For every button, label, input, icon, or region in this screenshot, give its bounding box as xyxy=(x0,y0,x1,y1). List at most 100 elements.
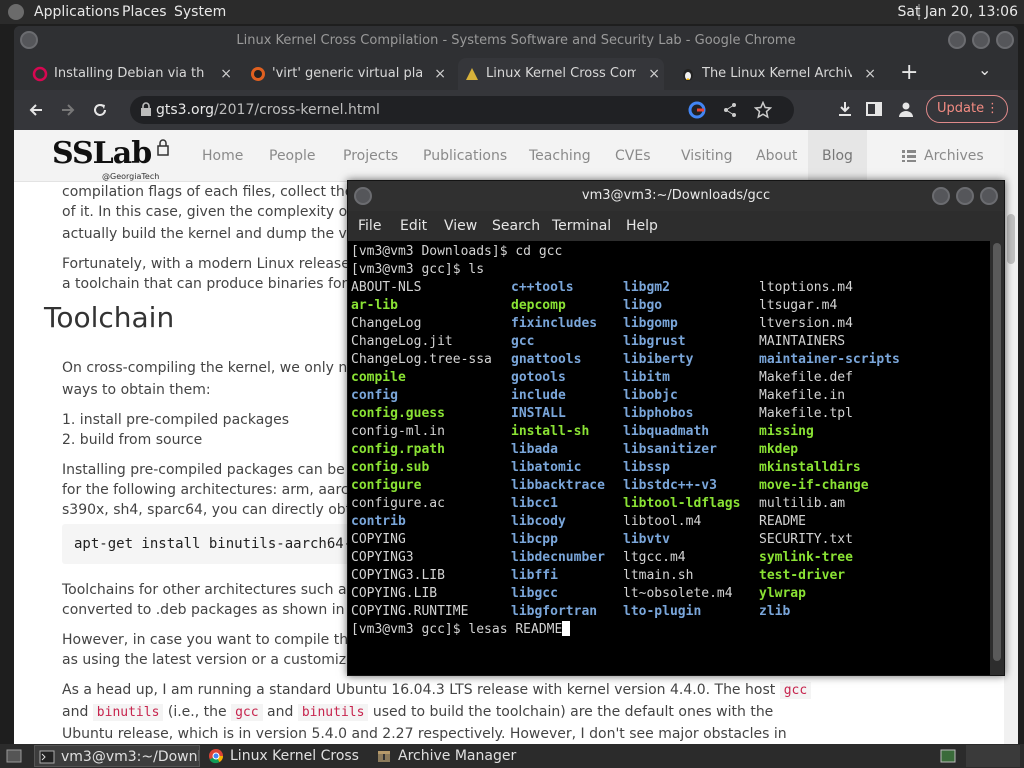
distro-logo-icon[interactable] xyxy=(8,4,24,20)
tab-search-chevron-down-icon[interactable]: ⌄ xyxy=(978,60,991,79)
profile-icon[interactable] xyxy=(898,101,914,117)
nav-visiting[interactable]: Visiting xyxy=(681,148,732,164)
scrollbar-thumb[interactable] xyxy=(993,243,1001,661)
ls-entry: libcpp xyxy=(511,532,558,547)
menu-view[interactable]: View xyxy=(444,218,477,234)
nav-home[interactable]: Home xyxy=(202,148,243,164)
new-tab-button[interactable]: + xyxy=(900,60,918,85)
paragraph-line: Ubuntu release, which is in version 5.4.… xyxy=(62,726,787,742)
address-bar[interactable]: gts3.org/2017/cross-kernel.html xyxy=(130,96,794,124)
ls-entry: libcc1 xyxy=(511,496,558,511)
bookmark-star-icon[interactable] xyxy=(754,101,772,119)
ls-entry: COPYING3 xyxy=(351,550,414,565)
ls-entry: ar-lib xyxy=(351,298,398,313)
ls-entry: config.rpath xyxy=(351,442,445,457)
menu-edit[interactable]: Edit xyxy=(400,218,427,234)
nav-cves[interactable]: CVEs xyxy=(615,148,651,164)
ls-entry: libcody xyxy=(511,514,566,529)
ls-entry: libgomp xyxy=(623,316,678,331)
close-tab-icon[interactable]: × xyxy=(220,58,232,90)
terminal-screen[interactable]: [vm3@vm3 Downloads]$ cd gcc [vm3@vm3 gcc… xyxy=(348,241,992,675)
tab-installing-debian[interactable]: Installing Debian via the In × xyxy=(26,58,236,90)
ls-entry: ltgcc.m4 xyxy=(623,550,686,565)
workspace-switcher[interactable] xyxy=(936,745,960,767)
taskbar-terminal[interactable]: vm3@vm3:~/Downl... xyxy=(34,745,200,767)
paragraph-line: Toolchains for other architectures such … xyxy=(62,582,388,598)
list-item: 2. build from source xyxy=(62,432,203,448)
system-menu[interactable]: System xyxy=(174,4,226,20)
ls-entry: libtool.m4 xyxy=(623,514,702,529)
minimize-icon[interactable] xyxy=(932,187,950,205)
ls-entry: libssp xyxy=(623,460,670,475)
tab-linux-kernel-cross[interactable]: Linux Kernel Cross Compi × xyxy=(458,58,664,90)
ls-entry: zlib xyxy=(759,604,791,619)
close-window-icon[interactable] xyxy=(996,31,1014,49)
nav-archives[interactable]: Archives xyxy=(924,148,984,164)
taskbar-archive-manager[interactable]: Archive Manager xyxy=(372,745,522,767)
menu-help[interactable]: Help xyxy=(626,218,658,234)
sslab-logo[interactable]: SSLab @GeorgiaTech xyxy=(52,136,169,181)
ls-entry: ltversion.m4 xyxy=(759,316,853,331)
nav-teaching[interactable]: Teaching xyxy=(529,148,591,164)
lock-icon[interactable] xyxy=(140,102,152,116)
menu-file[interactable]: File xyxy=(358,218,381,234)
paragraph-line: s390x, sh4, sparc64, you can directly ob… xyxy=(62,502,383,518)
close-tab-icon[interactable]: × xyxy=(648,58,660,90)
chrome-titlebar[interactable]: Linux Kernel Cross Compilation - Systems… xyxy=(14,26,1018,56)
close-tab-icon[interactable]: × xyxy=(864,58,876,90)
minimize-icon[interactable] xyxy=(948,31,966,49)
download-icon[interactable] xyxy=(836,100,854,118)
maximize-icon[interactable] xyxy=(972,31,990,49)
scrollbar-thumb[interactable] xyxy=(1007,214,1015,264)
close-window-icon[interactable] xyxy=(980,187,998,205)
terminal-line: [vm3@vm3 Downloads]$ cd gcc xyxy=(351,244,563,259)
ls-entry: gotools xyxy=(511,370,566,385)
ls-entry: libquadmath xyxy=(623,424,710,439)
page-scrollbar[interactable] xyxy=(1004,130,1018,744)
terminal-titlebar[interactable]: vm3@vm3:~/Downloads/gcc xyxy=(348,181,1004,211)
ls-entry: ChangeLog xyxy=(351,316,422,331)
url-text[interactable]: gts3.org/2017/cross-kernel.html xyxy=(156,102,380,118)
maximize-icon[interactable] xyxy=(956,187,974,205)
ls-entry: lt~obsolete.m4 xyxy=(623,586,733,601)
taskbar-chrome[interactable]: Linux Kernel Cross ... xyxy=(204,745,364,767)
tab-kernel-archives[interactable]: The Linux Kernel Archives × xyxy=(674,58,880,90)
window-menu-icon[interactable] xyxy=(354,187,372,205)
ls-entry: gnattools xyxy=(511,352,582,367)
workspace-2[interactable] xyxy=(966,745,1020,767)
ls-entry: missing xyxy=(759,424,814,439)
nav-people[interactable]: People xyxy=(269,148,316,164)
nav-about[interactable]: About xyxy=(756,148,797,164)
ls-entry: ltsugar.m4 xyxy=(759,298,838,313)
share-icon[interactable] xyxy=(722,102,738,118)
show-desktop-button[interactable] xyxy=(0,745,30,767)
nav-blog[interactable]: Blog xyxy=(808,130,867,182)
terminal-scrollbar[interactable] xyxy=(990,241,1004,675)
reload-icon[interactable] xyxy=(92,102,108,118)
forward-arrow-icon[interactable] xyxy=(60,102,76,118)
close-tab-icon[interactable]: × xyxy=(434,58,446,90)
applications-menu[interactable]: Applications xyxy=(34,4,120,20)
menu-terminal[interactable]: Terminal xyxy=(552,218,611,234)
paragraph-line: On cross-compiling the kernel, we only n… xyxy=(62,360,384,376)
tab-virt-platform[interactable]: 'virt' generic virtual platfo × xyxy=(244,58,450,90)
window-menu-icon[interactable] xyxy=(20,31,38,49)
more-vert-icon[interactable]: ⋮ xyxy=(986,96,999,122)
chrome-icon xyxy=(209,749,223,764)
google-lens-icon[interactable] xyxy=(688,101,706,119)
nav-projects[interactable]: Projects xyxy=(343,148,398,164)
side-panel-icon[interactable] xyxy=(866,101,882,117)
ls-entry: INSTALL xyxy=(511,406,566,421)
nav-publications[interactable]: Publications xyxy=(423,148,507,164)
sslab-favicon-icon xyxy=(466,68,478,80)
paragraph-line: of it. In this case, given the complexit… xyxy=(62,204,391,220)
back-arrow-icon[interactable] xyxy=(28,102,44,118)
paragraph-line: However, in case you want to compile the… xyxy=(62,632,388,648)
menu-search[interactable]: Search xyxy=(492,218,540,234)
clock[interactable]: Sat Jan 20, 13:06 xyxy=(898,4,1019,20)
places-menu[interactable]: Places xyxy=(122,4,167,20)
update-button[interactable]: Update ⋮ xyxy=(926,95,1008,123)
ls-entry: libvtv xyxy=(623,532,670,547)
ls-entry: COPYING3.LIB xyxy=(351,568,445,583)
ls-entry: COPYING.RUNTIME xyxy=(351,604,469,619)
